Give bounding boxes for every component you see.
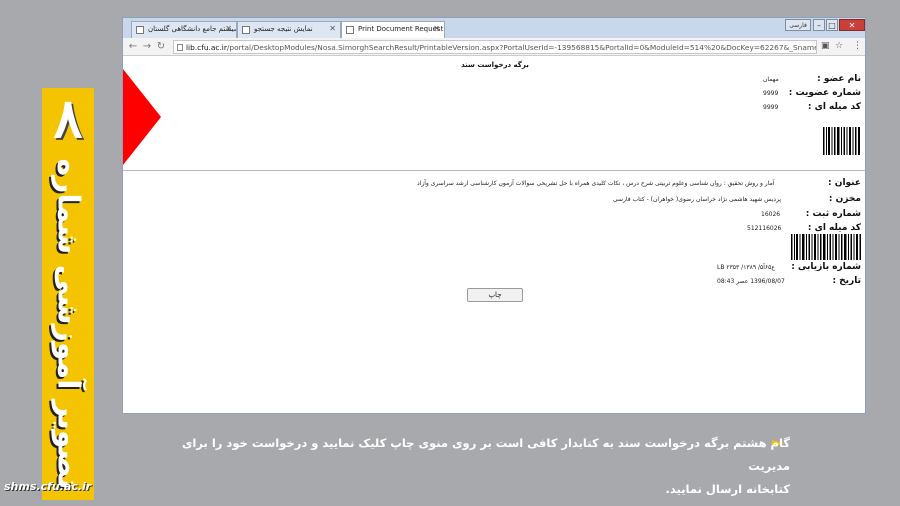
url-input[interactable]: lib.cfu.ac.ir/portal/DesktopModules/Nosa… bbox=[173, 40, 817, 54]
call-number-value: LB ۲۳۵۳ /ع۶۵آ۵/ ۱۳۸۹ bbox=[717, 264, 775, 271]
banner-number-box: ۸ bbox=[42, 88, 94, 148]
close-icon[interactable]: ✕ bbox=[433, 24, 440, 33]
left-banner: ۸ تصویر آموزشی شماره bbox=[42, 88, 94, 500]
member-barcode-image bbox=[823, 127, 860, 155]
minimize-icon[interactable]: – bbox=[813, 19, 825, 31]
window-close-icon[interactable]: ✕ bbox=[839, 19, 865, 31]
tab-golestan[interactable]: سیستم جامع دانشگاهی گلستان ✕ bbox=[131, 21, 237, 38]
member-name-value: مهمان bbox=[763, 76, 779, 83]
repository-label: مخزن : bbox=[828, 194, 861, 204]
tab-print-request[interactable]: Print Document Request ✕ bbox=[341, 21, 445, 38]
print-button[interactable]: چاپ bbox=[467, 288, 523, 302]
forward-icon[interactable]: → bbox=[141, 41, 153, 53]
book-title-value: آمار و روش تحقیق : روان شناسی وعلوم تربی… bbox=[417, 180, 775, 187]
banner-number: ۸ bbox=[53, 86, 83, 150]
member-barcode-label: کد میله ای : bbox=[807, 102, 861, 112]
caption-line-2: کتابخانه ارسال نمایید. bbox=[665, 482, 790, 496]
menu-dots-icon[interactable]: ⋮ bbox=[853, 41, 862, 51]
address-bar: ← → ↻ lib.cfu.ac.ir/portal/DesktopModule… bbox=[123, 38, 865, 56]
browser-window: سیستم جامع دانشگاهی گلستان ✕ نمایش نتیجه… bbox=[122, 17, 866, 414]
translate-icon[interactable]: ▣ bbox=[821, 41, 830, 51]
section-divider bbox=[123, 170, 865, 171]
tab-search-result[interactable]: نمایش نتیجه جستجو ✕ bbox=[237, 21, 341, 38]
back-icon[interactable]: ← bbox=[127, 41, 139, 53]
date-value: 1396/08/07 عصر 08:43 bbox=[717, 278, 785, 285]
tab-label: Print Document Request bbox=[358, 25, 444, 33]
url-domain: lib.cfu.ac.ir bbox=[186, 43, 227, 52]
page-info-icon[interactable] bbox=[177, 44, 183, 51]
registration-number-label: شماره ثبت : bbox=[805, 209, 861, 219]
page-icon bbox=[346, 26, 354, 34]
member-number-label: شماره عضویت : bbox=[788, 88, 861, 98]
banner-title: تصویر آموزشی شماره bbox=[50, 158, 86, 490]
tab-label: نمایش نتیجه جستجو bbox=[254, 25, 313, 33]
language-button[interactable]: فارسی bbox=[785, 19, 811, 31]
caption-line-1: گام هشتم برگه درخواست سند به کتابدار کاف… bbox=[181, 436, 790, 473]
close-icon[interactable]: ✕ bbox=[329, 24, 336, 33]
member-barcode-value: 9999 bbox=[763, 104, 779, 111]
call-number-label: شماره بازیابی : bbox=[791, 262, 861, 272]
book-barcode-image bbox=[791, 234, 861, 260]
page-icon bbox=[242, 26, 250, 34]
member-number-value: 9999 bbox=[763, 90, 779, 97]
tab-label: سیستم جامع دانشگاهی گلستان bbox=[148, 25, 237, 33]
book-barcode-value: 512116026 bbox=[747, 225, 782, 232]
site-url-watermark: shms.cfu.ac.ir bbox=[4, 480, 92, 493]
url-path: /portal/DesktopModules/Nosa.SimorghSearc… bbox=[226, 43, 817, 52]
book-title-label: عنوان : bbox=[828, 178, 861, 188]
close-icon[interactable]: ✕ bbox=[225, 24, 232, 33]
date-label: تاریخ : bbox=[832, 276, 861, 286]
maximize-icon[interactable]: □ bbox=[826, 19, 838, 31]
reload-icon[interactable]: ↻ bbox=[155, 41, 167, 53]
step-caption: گام هشتم برگه درخواست سند به کتابدار کاف… bbox=[160, 432, 790, 501]
page-content: برگه درخواست سند نام عضو : مهمان شماره ع… bbox=[123, 57, 865, 413]
member-name-label: نام عضو : bbox=[817, 74, 861, 84]
book-barcode-label: کد میله ای : bbox=[807, 223, 861, 233]
red-arrow-icon bbox=[123, 69, 161, 165]
page-icon bbox=[136, 26, 144, 34]
document-title: برگه درخواست سند bbox=[461, 61, 529, 69]
bookmark-star-icon[interactable]: ☆ bbox=[835, 41, 843, 51]
registration-number-value: 16026 bbox=[761, 211, 781, 218]
tab-bar: سیستم جامع دانشگاهی گلستان ✕ نمایش نتیجه… bbox=[123, 18, 865, 38]
repository-value: پردیس شهید هاشمی نژاد خراسان رضوی( خواهر… bbox=[613, 196, 782, 203]
